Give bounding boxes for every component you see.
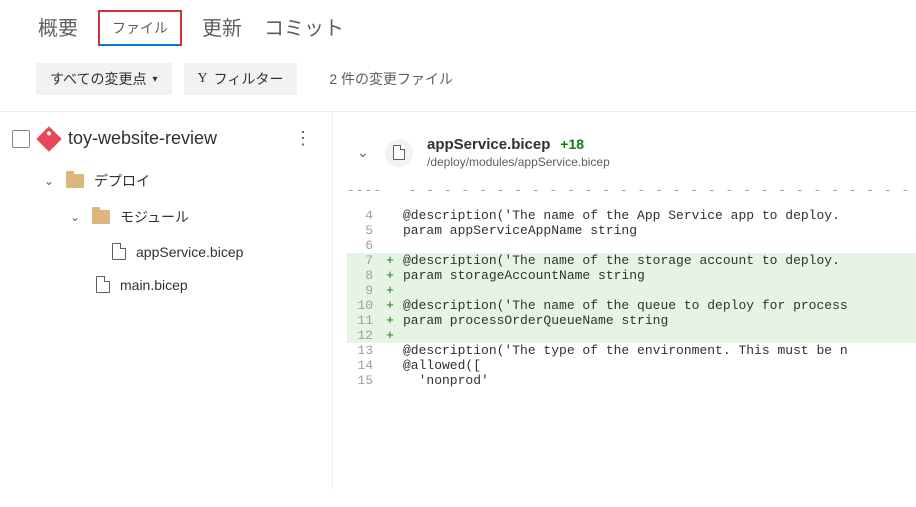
diff-panel: ⌄ appService.bicep +18 /deploy/modules/a… bbox=[333, 112, 916, 489]
folder-label: モジュール bbox=[120, 207, 189, 227]
file-badge bbox=[385, 139, 413, 167]
code-line: 12+ bbox=[347, 328, 916, 343]
tree-folder-modules[interactable]: ⌄ モジュール bbox=[0, 199, 332, 235]
chevron-down-icon: ⌄ bbox=[70, 210, 84, 224]
file-icon bbox=[112, 243, 126, 260]
diff-gutter bbox=[381, 343, 399, 358]
code-text bbox=[399, 238, 916, 253]
all-changes-dropdown[interactable]: すべての変更点 ▾ bbox=[36, 63, 172, 95]
chevron-down-icon: ⌄ bbox=[44, 174, 58, 188]
diff-added-count: +18 bbox=[560, 136, 584, 152]
code-line: 10+@description('The name of the queue t… bbox=[347, 298, 916, 313]
tree-file-main[interactable]: main.bicep bbox=[0, 268, 332, 301]
file-icon bbox=[96, 276, 110, 293]
diff-gutter bbox=[381, 358, 399, 373]
line-number: 10 bbox=[347, 298, 381, 313]
file-tree-sidebar: toy-website-review ⋮ ⌄ デプロイ ⌄ モジュール appS… bbox=[0, 112, 333, 489]
code-text: param storageAccountName string bbox=[399, 268, 916, 283]
code-text: @allowed([ bbox=[399, 358, 916, 373]
tree-folder-deploy[interactable]: ⌄ デプロイ bbox=[0, 163, 332, 199]
code-text: 'nonprod' bbox=[399, 373, 916, 388]
all-changes-label: すべての変更点 bbox=[50, 69, 146, 89]
line-number: 15 bbox=[347, 373, 381, 388]
line-number: 8 bbox=[347, 268, 381, 283]
filter-icon: Y bbox=[198, 71, 208, 87]
code-text bbox=[399, 283, 916, 298]
folder-label: デプロイ bbox=[94, 171, 150, 191]
collapse-file-chevron[interactable]: ⌄ bbox=[357, 144, 381, 161]
line-number: 9 bbox=[347, 283, 381, 298]
diff-gutter: + bbox=[381, 328, 399, 343]
tab-commits[interactable]: コミット bbox=[262, 8, 346, 47]
collapsed-region-indicator[interactable]: ---- - - - - - - - - - - - - - - - - - -… bbox=[347, 183, 916, 198]
diff-gutter: + bbox=[381, 313, 399, 328]
code-line: 13 @description('The type of the environm… bbox=[347, 343, 916, 358]
code-text: param appServiceAppName string bbox=[399, 223, 916, 238]
file-path: /deploy/modules/appService.bicep bbox=[427, 155, 916, 169]
code-text: @description('The name of the App Servic… bbox=[399, 208, 916, 223]
line-number: 6 bbox=[347, 238, 381, 253]
code-line: 7+@description('The name of the storage … bbox=[347, 253, 916, 268]
diff-gutter bbox=[381, 238, 399, 253]
line-number: 12 bbox=[347, 328, 381, 343]
line-number: 14 bbox=[347, 358, 381, 373]
line-number: 7 bbox=[347, 253, 381, 268]
code-diff-block: 4 @description('The name of the App Servi… bbox=[347, 208, 916, 388]
filter-label: フィルター bbox=[214, 69, 284, 89]
code-line: 5 param appServiceAppName string bbox=[347, 223, 916, 238]
code-line: 9+ bbox=[347, 283, 916, 298]
code-line: 15 'nonprod' bbox=[347, 373, 916, 388]
file-title: appService.bicep bbox=[427, 136, 550, 153]
line-number: 4 bbox=[347, 208, 381, 223]
filter-button[interactable]: Y フィルター bbox=[184, 63, 298, 95]
tab-overview[interactable]: 概要 bbox=[36, 8, 80, 47]
tab-files[interactable]: ファイル bbox=[98, 10, 182, 46]
diff-gutter: + bbox=[381, 253, 399, 268]
code-line: 8+param storageAccountName string bbox=[347, 268, 916, 283]
code-line: 4 @description('The name of the App Servi… bbox=[347, 208, 916, 223]
code-text: @description('The type of the environmen… bbox=[399, 343, 916, 358]
code-line: 14 @allowed([ bbox=[347, 358, 916, 373]
folder-icon bbox=[66, 174, 84, 188]
file-icon bbox=[393, 145, 405, 160]
diff-gutter: + bbox=[381, 283, 399, 298]
folder-icon bbox=[92, 210, 110, 224]
line-number: 11 bbox=[347, 313, 381, 328]
code-text: param processOrderQueueName string bbox=[399, 313, 916, 328]
code-text: @description('The name of the storage ac… bbox=[399, 253, 916, 268]
repo-name: toy-website-review bbox=[68, 128, 217, 149]
diff-gutter: + bbox=[381, 268, 399, 283]
file-label: main.bicep bbox=[120, 277, 188, 293]
chevron-down-icon: ▾ bbox=[152, 74, 157, 85]
code-text: @description('The name of the queue to d… bbox=[399, 298, 916, 313]
code-line: 11+param processOrderQueueName string bbox=[347, 313, 916, 328]
diff-gutter bbox=[381, 223, 399, 238]
change-count-label: 2 件の変更ファイル bbox=[329, 69, 453, 89]
tab-updates[interactable]: 更新 bbox=[200, 8, 244, 47]
diff-gutter bbox=[381, 208, 399, 223]
diff-gutter: + bbox=[381, 298, 399, 313]
diff-gutter bbox=[381, 373, 399, 388]
code-text bbox=[399, 328, 916, 343]
line-number: 13 bbox=[347, 343, 381, 358]
more-actions-button[interactable]: ⋮ bbox=[286, 128, 320, 149]
code-line: 6 bbox=[347, 238, 916, 253]
tree-file-appservice[interactable]: appService.bicep bbox=[0, 235, 332, 268]
repo-icon bbox=[36, 126, 61, 151]
line-number: 5 bbox=[347, 223, 381, 238]
file-label: appService.bicep bbox=[136, 244, 243, 260]
select-all-checkbox[interactable] bbox=[12, 130, 30, 148]
